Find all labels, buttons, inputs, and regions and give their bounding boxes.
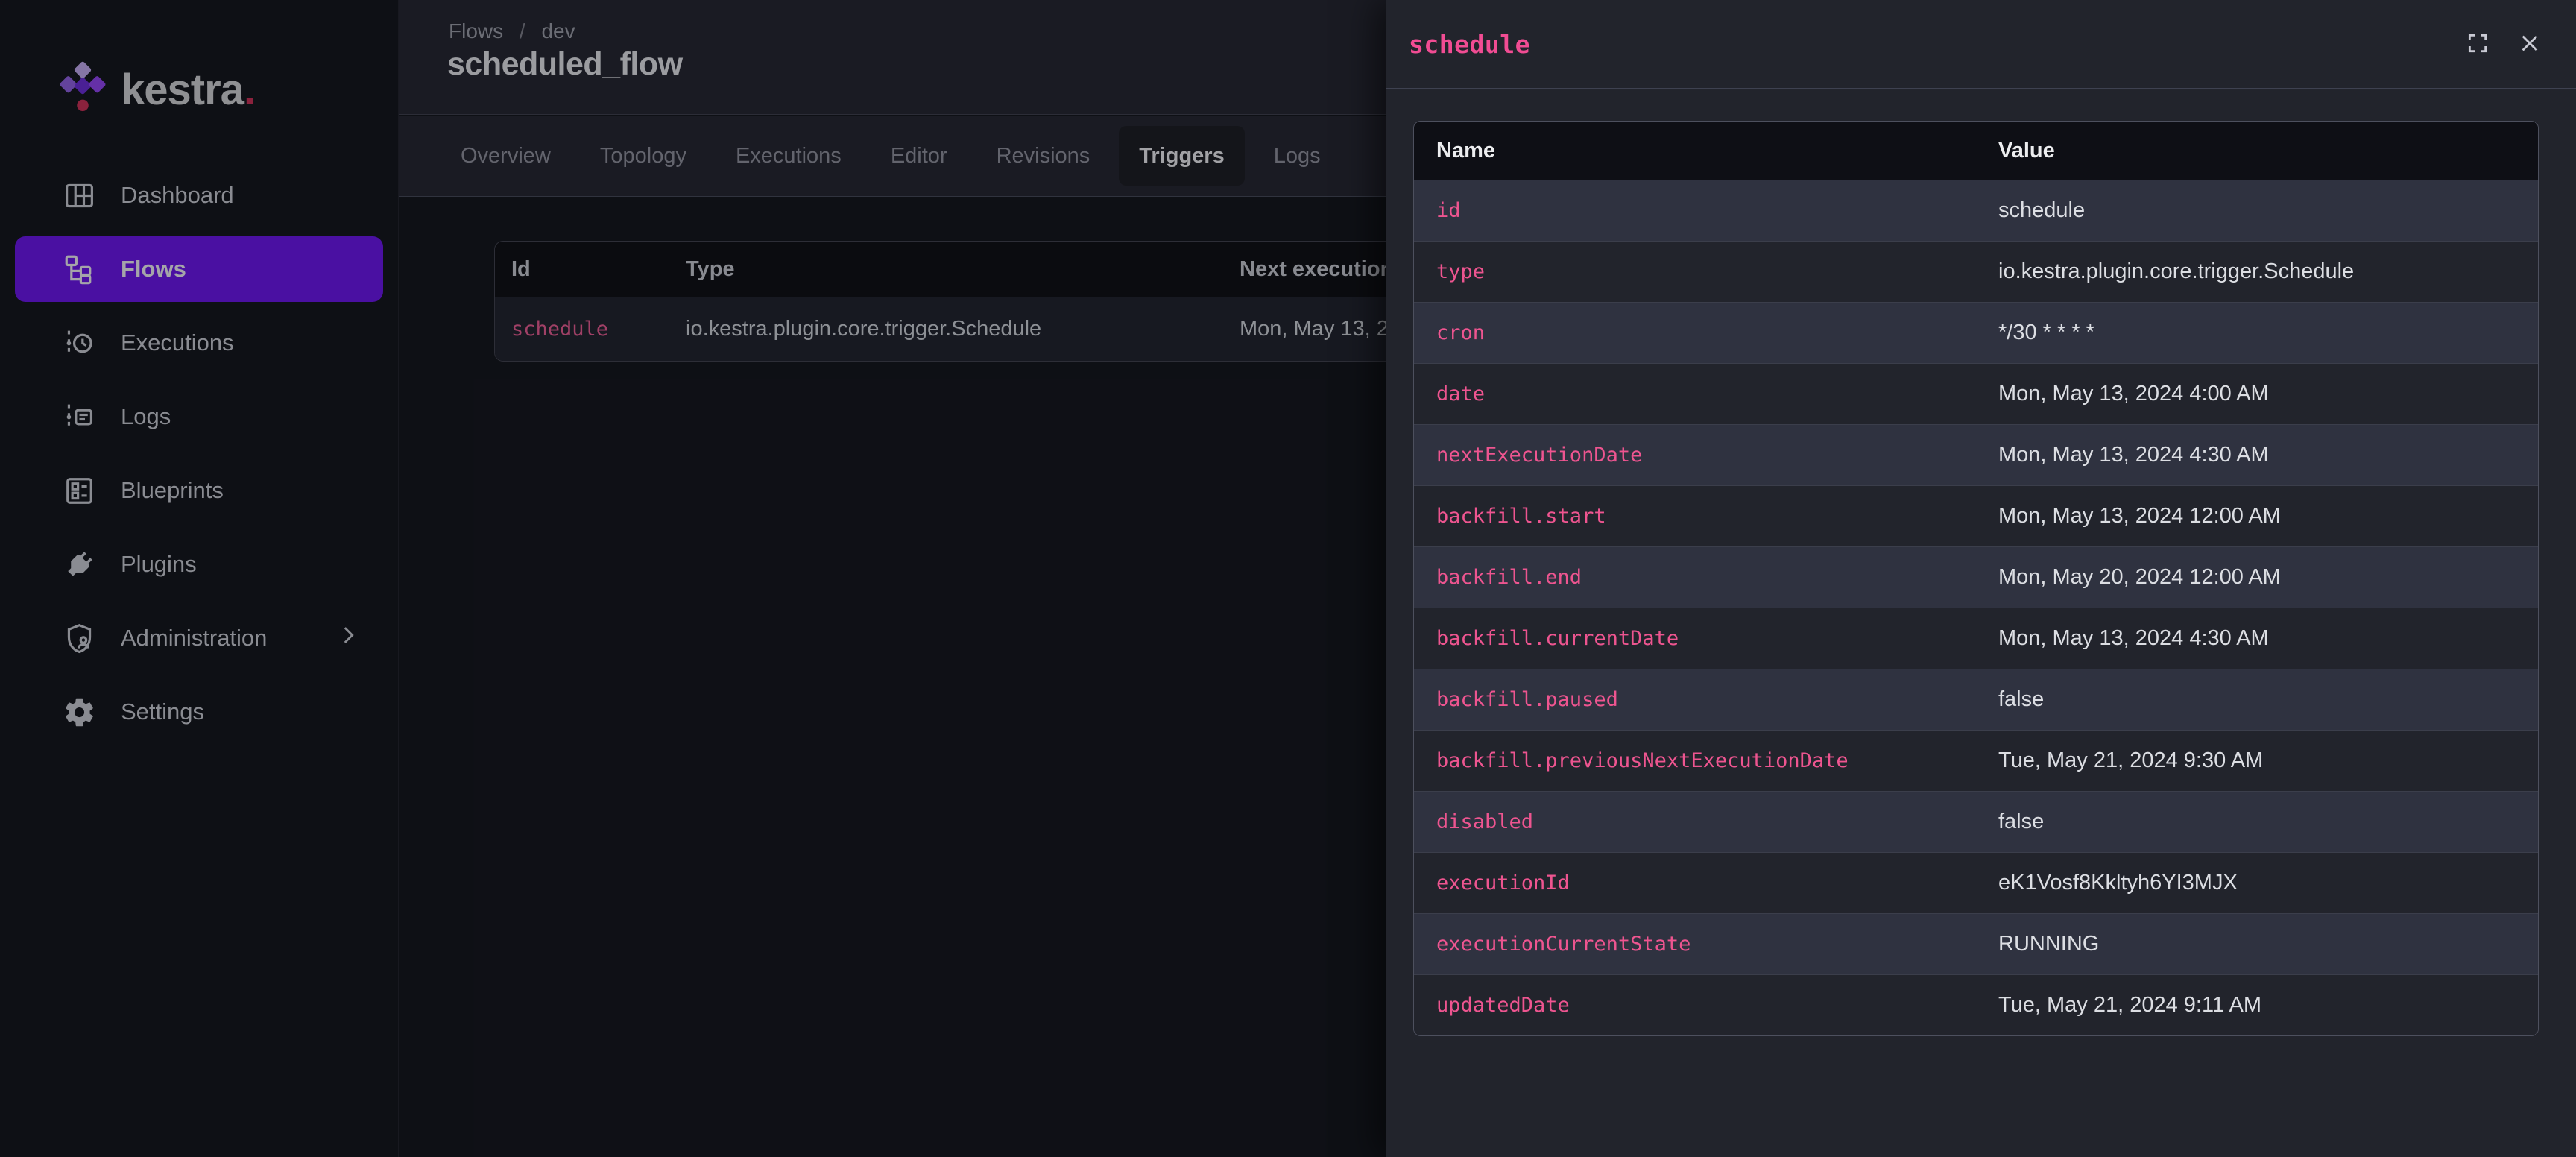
detail-name: backfill.end bbox=[1414, 546, 1976, 608]
detail-name: backfill.currentDate bbox=[1414, 608, 1976, 669]
drawer-title: schedule bbox=[1409, 30, 1530, 59]
detail-value: Mon, May 20, 2024 12:00 AM bbox=[1976, 546, 2538, 608]
detail-row: updatedDateTue, May 21, 2024 9:11 AM bbox=[1414, 974, 2538, 1035]
detail-name: cron bbox=[1414, 302, 1976, 363]
detail-row: backfill.currentDateMon, May 13, 2024 4:… bbox=[1414, 608, 2538, 669]
detail-name: id bbox=[1414, 180, 1976, 241]
detail-name: updatedDate bbox=[1414, 974, 1976, 1035]
detail-row: executionIdeK1Vosf8Kkltyh6YI3MJX bbox=[1414, 852, 2538, 913]
detail-row: executionCurrentStateRUNNING bbox=[1414, 913, 2538, 974]
detail-name: nextExecutionDate bbox=[1414, 424, 1976, 485]
detail-value: false bbox=[1976, 669, 2538, 730]
detail-row: backfill.previousNextExecutionDateTue, M… bbox=[1414, 730, 2538, 791]
detail-row: dateMon, May 13, 2024 4:00 AM bbox=[1414, 363, 2538, 424]
detail-value: eK1Vosf8Kkltyh6YI3MJX bbox=[1976, 852, 2538, 913]
detail-row: cron*/30 * * * * bbox=[1414, 302, 2538, 363]
detail-value: Mon, May 13, 2024 12:00 AM bbox=[1976, 485, 2538, 546]
detail-value: Mon, May 13, 2024 4:30 AM bbox=[1976, 424, 2538, 485]
detail-value: io.kestra.plugin.core.trigger.Schedule bbox=[1976, 241, 2538, 302]
trigger-detail-drawer: schedule Name Value idscheduletypeio.kes… bbox=[1386, 0, 2576, 1157]
detail-row: typeio.kestra.plugin.core.trigger.Schedu… bbox=[1414, 241, 2538, 302]
detail-value: Mon, May 13, 2024 4:30 AM bbox=[1976, 608, 2538, 669]
detail-row: backfill.pausedfalse bbox=[1414, 669, 2538, 730]
detail-value: */30 * * * * bbox=[1976, 302, 2538, 363]
detail-row: nextExecutionDateMon, May 13, 2024 4:30 … bbox=[1414, 424, 2538, 485]
detail-row: disabledfalse bbox=[1414, 791, 2538, 852]
close-icon[interactable] bbox=[2518, 31, 2542, 55]
detail-col-name: Name bbox=[1414, 122, 1976, 180]
drawer-header: schedule bbox=[1386, 0, 2576, 89]
detail-value: schedule bbox=[1976, 180, 2538, 241]
detail-name: backfill.previousNextExecutionDate bbox=[1414, 730, 1976, 791]
detail-row: backfill.endMon, May 20, 2024 12:00 AM bbox=[1414, 546, 2538, 608]
detail-name: disabled bbox=[1414, 791, 1976, 852]
detail-row: backfill.startMon, May 13, 2024 12:00 AM bbox=[1414, 485, 2538, 546]
detail-value: Tue, May 21, 2024 9:30 AM bbox=[1976, 730, 2538, 791]
detail-name: date bbox=[1414, 363, 1976, 424]
detail-name: executionId bbox=[1414, 852, 1976, 913]
detail-value: Tue, May 21, 2024 9:11 AM bbox=[1976, 974, 2538, 1035]
detail-value: Mon, May 13, 2024 4:00 AM bbox=[1976, 363, 2538, 424]
trigger-detail-table: Name Value idscheduletypeio.kestra.plugi… bbox=[1413, 121, 2539, 1036]
detail-name: executionCurrentState bbox=[1414, 913, 1976, 974]
drawer-actions bbox=[2466, 31, 2542, 55]
detail-name: type bbox=[1414, 241, 1976, 302]
detail-row: idschedule bbox=[1414, 180, 2538, 241]
detail-name: backfill.start bbox=[1414, 485, 1976, 546]
detail-col-value: Value bbox=[1976, 122, 2538, 180]
detail-value: RUNNING bbox=[1976, 913, 2538, 974]
detail-name: backfill.paused bbox=[1414, 669, 1976, 730]
fullscreen-expand-icon[interactable] bbox=[2466, 31, 2490, 55]
detail-value: false bbox=[1976, 791, 2538, 852]
